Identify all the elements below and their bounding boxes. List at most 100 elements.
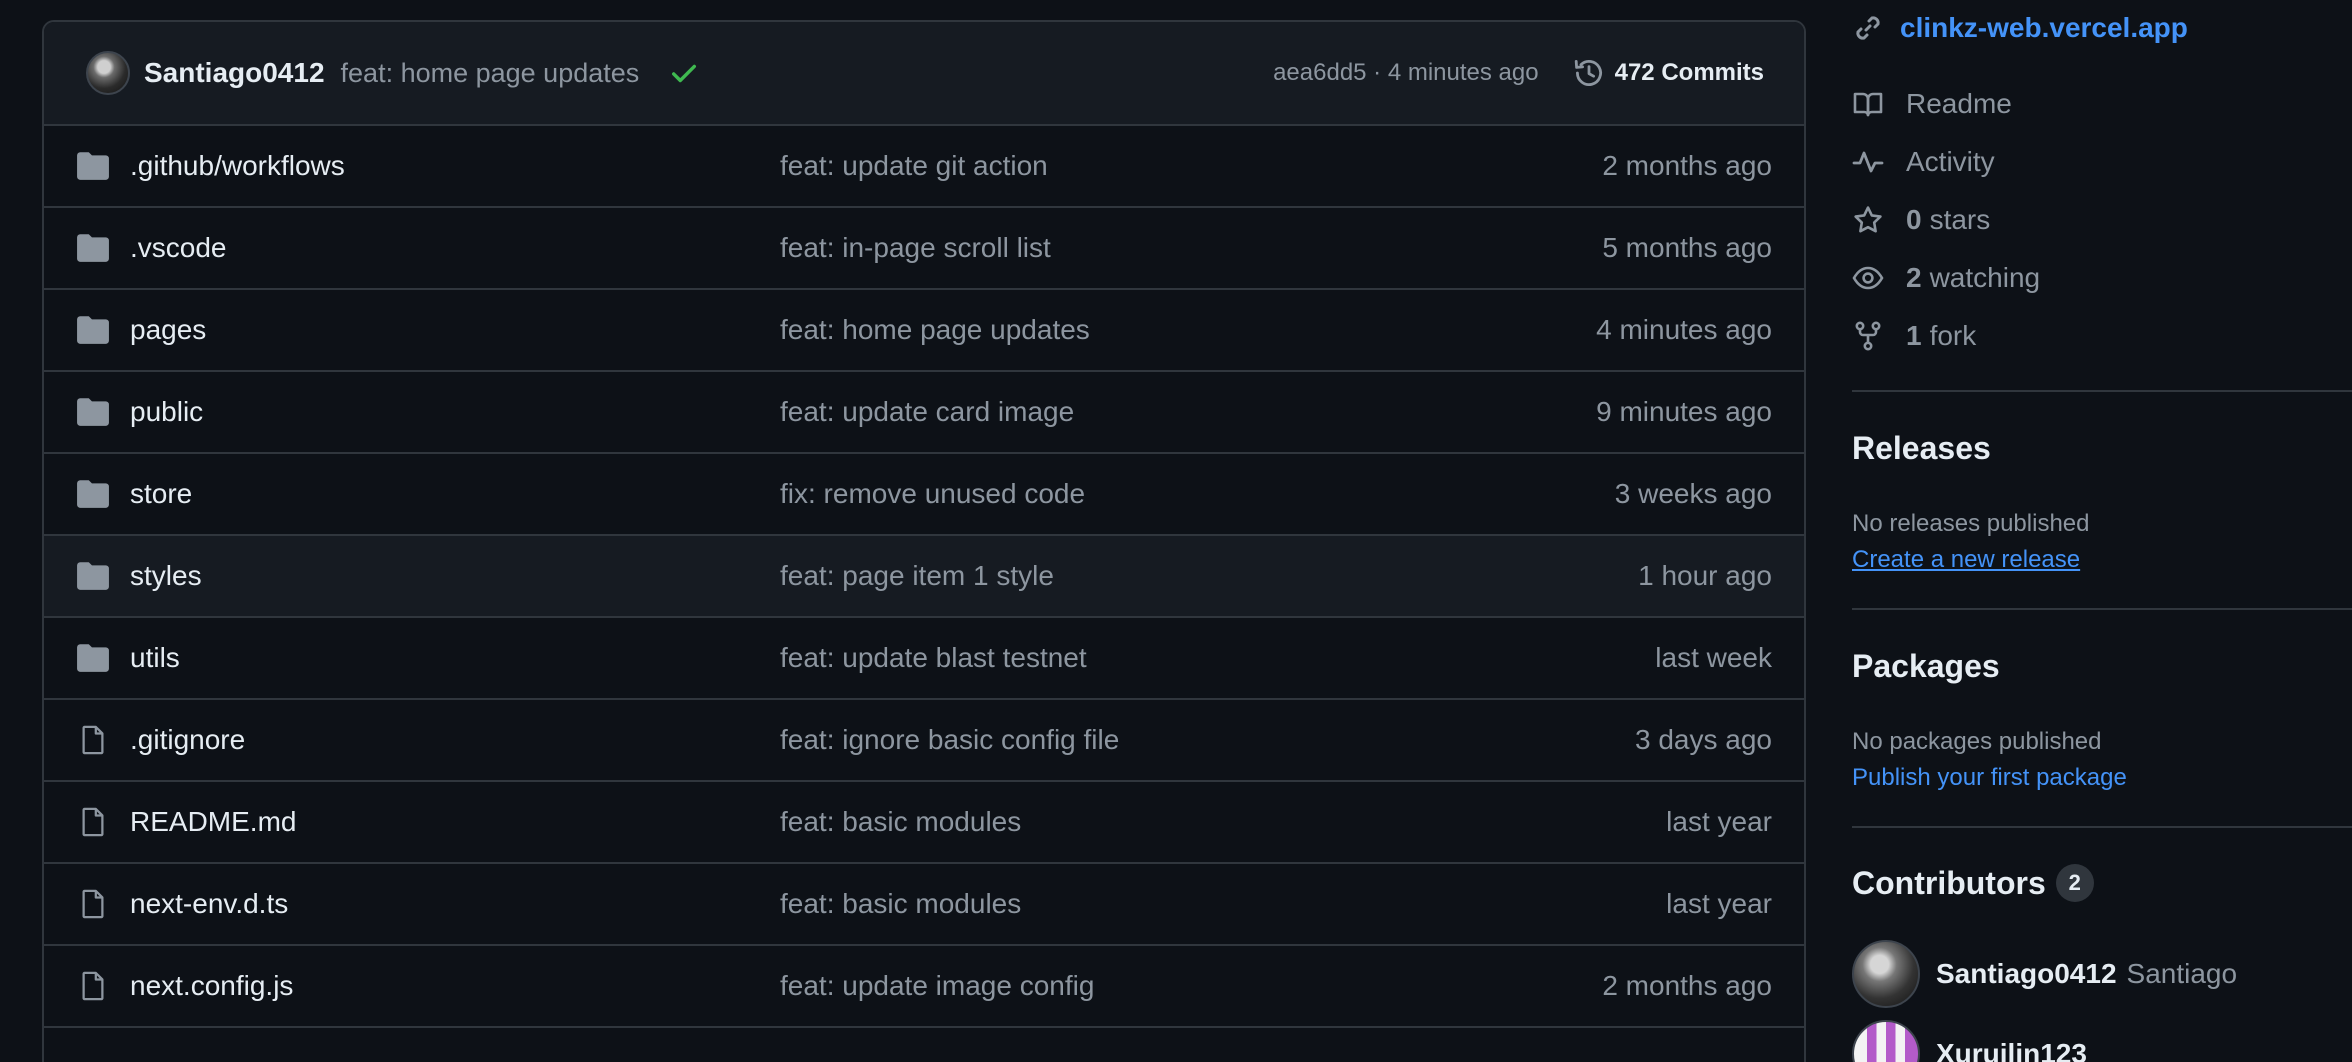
fork-label: fork — [1929, 320, 1977, 351]
file-icon — [82, 971, 104, 1001]
file-commit-message[interactable]: feat: update git action — [780, 150, 1048, 182]
file-commit-message[interactable]: feat: update card image — [780, 396, 1074, 428]
contributor-login[interactable]: Xuruilin123 — [1936, 1038, 2087, 1062]
contributor-avatar[interactable] — [1852, 1020, 1920, 1062]
publish-package-link[interactable]: Publish your first package — [1852, 764, 2127, 792]
file-name-link[interactable]: next-env.d.ts — [130, 888, 288, 920]
watching-label: watching — [1929, 262, 2041, 293]
folder-icon — [77, 562, 109, 590]
file-row[interactable]: .github/workflows feat: update git action… — [44, 126, 1804, 208]
watching-count: 2 — [1906, 262, 1922, 293]
link-icon — [1856, 16, 1880, 40]
folder-icon — [77, 234, 109, 262]
file-name-link[interactable]: pages — [130, 314, 206, 346]
file-row[interactable]: store fix: remove unused code 3 weeks ago — [44, 454, 1804, 536]
forks-link[interactable]: 1 fork — [1852, 320, 1976, 352]
contributors-title: Contributors — [1852, 865, 2046, 901]
file-commit-date: last year — [1666, 888, 1772, 919]
author-avatar[interactable] — [86, 51, 130, 95]
check-icon[interactable] — [669, 58, 699, 88]
file-row[interactable]: utils feat: update blast testnet last week — [44, 618, 1804, 700]
file-commit-date: 2 months ago — [1602, 970, 1772, 1001]
file-commit-date: 2 months ago — [1602, 150, 1772, 181]
contributor-name: Santiago — [2126, 958, 2238, 989]
file-name-link[interactable]: README.md — [130, 806, 296, 838]
file-commit-message[interactable]: feat: update blast testnet — [780, 642, 1087, 674]
divider — [1852, 608, 2352, 610]
divider — [1852, 826, 2352, 828]
file-commit-message[interactable]: feat: basic modules — [780, 806, 1021, 838]
repository-page: Santiago0412 feat: home page updates aea… — [0, 0, 2352, 1062]
commit-count-link[interactable]: 472 Commits — [1615, 59, 1764, 87]
file-row[interactable]: .vscode feat: in-page scroll list 5 months… — [44, 208, 1804, 290]
file-name-link[interactable]: .github/workflows — [130, 150, 345, 182]
file-commit-date: last week — [1655, 642, 1772, 673]
folder-icon — [77, 644, 109, 672]
commit-message-link[interactable]: feat: home page updates — [341, 58, 640, 89]
star-icon — [1854, 206, 1882, 233]
fork-icon — [1855, 321, 1881, 351]
file-row[interactable]: pages feat: home page updates 4 minutes ag… — [44, 290, 1804, 372]
file-browser: Santiago0412 feat: home page updates aea… — [42, 20, 1806, 1062]
commit-author-link[interactable]: Santiago0412 — [144, 57, 325, 89]
file-commit-message[interactable]: feat: update image config — [780, 970, 1094, 1002]
file-icon — [82, 889, 104, 919]
file-name-link[interactable]: next.config.js — [130, 970, 293, 1002]
contributor-item[interactable]: Xuruilin123 — [1852, 1020, 2087, 1062]
divider — [1852, 390, 2352, 392]
file-icon — [82, 807, 104, 837]
file-commit-date: 9 minutes ago — [1596, 396, 1772, 427]
commit-hash-time[interactable]: aea6dd5 · 4 minutes ago — [1273, 59, 1539, 87]
latest-commit-bar: Santiago0412 feat: home page updates aea… — [44, 22, 1804, 126]
file-commit-date: 3 days ago — [1635, 724, 1772, 755]
watchers-link[interactable]: 2 watching — [1852, 262, 2040, 294]
file-row[interactable]: styles feat: page item 1 style 1 hour ago — [44, 536, 1804, 618]
file-commit-message[interactable]: feat: home page updates — [780, 314, 1090, 346]
pulse-icon — [1852, 151, 1884, 173]
file-row[interactable]: public feat: update card image 9 minutes a… — [44, 372, 1804, 454]
contributor-avatar[interactable] — [1852, 940, 1920, 1008]
file-commit-date: last year — [1666, 806, 1772, 837]
folder-icon — [77, 316, 109, 344]
file-name-link[interactable]: styles — [130, 560, 202, 592]
book-icon — [1853, 92, 1883, 117]
file-name-link[interactable]: public — [130, 396, 203, 428]
file-row[interactable]: README.md feat: basic modules last year — [44, 782, 1804, 864]
folder-icon — [77, 152, 109, 180]
file-commit-message[interactable]: feat: basic modules — [780, 888, 1021, 920]
homepage-link[interactable]: clinkz-web.vercel.app — [1852, 12, 2188, 44]
contributors-count-badge: 2 — [2055, 864, 2094, 902]
contributor-login[interactable]: Santiago0412 — [1936, 958, 2117, 990]
about-sidebar: clinkz-web.vercel.app Readme Activity 0 … — [1852, 0, 2352, 1062]
file-commit-date: 4 minutes ago — [1596, 314, 1772, 345]
file-commit-date: 5 months ago — [1602, 232, 1772, 263]
stars-count: 0 — [1906, 204, 1922, 235]
file-name-link[interactable]: .vscode — [130, 232, 227, 264]
no-releases-text: No releases published — [1852, 510, 2090, 537]
file-commit-date: 1 hour ago — [1638, 560, 1772, 591]
file-name-link[interactable]: .gitignore — [130, 724, 245, 756]
file-commit-message[interactable]: feat: page item 1 style — [780, 560, 1054, 592]
releases-heading[interactable]: Releases — [1852, 430, 1991, 467]
homepage-url[interactable]: clinkz-web.vercel.app — [1900, 12, 2188, 44]
file-commit-message[interactable]: feat: in-page scroll list — [780, 232, 1051, 264]
file-name-link[interactable]: utils — [130, 642, 180, 674]
activity-link[interactable]: Activity — [1852, 146, 1995, 178]
contributor-item[interactable]: Santiago0412 Santiago — [1852, 940, 2237, 1008]
file-name-link[interactable]: store — [130, 478, 192, 510]
contributors-heading[interactable]: Contributors 2 — [1852, 864, 2094, 902]
file-row[interactable]: next-env.d.ts feat: basic modules last yea… — [44, 864, 1804, 946]
create-release-link[interactable]: Create a new release — [1852, 546, 2080, 574]
file-commit-message[interactable]: fix: remove unused code — [780, 478, 1085, 510]
file-row[interactable]: .gitignore feat: ignore basic config file… — [44, 700, 1804, 782]
fork-count: 1 — [1906, 320, 1922, 351]
packages-heading[interactable]: Packages — [1852, 648, 2000, 685]
readme-label: Readme — [1906, 88, 2012, 119]
stars-link[interactable]: 0 stars — [1852, 204, 1990, 236]
file-row[interactable]: next.config.js feat: update image config 2… — [44, 946, 1804, 1028]
history-icon[interactable] — [1573, 57, 1605, 89]
file-commit-message[interactable]: feat: ignore basic config file — [780, 724, 1119, 756]
file-list: .github/workflows feat: update git action… — [44, 126, 1804, 1028]
activity-label: Activity — [1906, 146, 1995, 177]
readme-link[interactable]: Readme — [1852, 88, 2012, 120]
